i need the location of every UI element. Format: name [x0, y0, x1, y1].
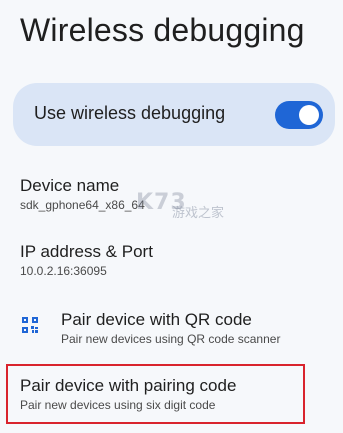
pair-code-subtitle: Pair new devices using six digit code [20, 398, 216, 412]
wireless-debugging-toggle-row[interactable]: Use wireless debugging [13, 83, 335, 146]
watermark-text: 游戏之家 [172, 205, 225, 220]
page-title: Wireless debugging [20, 12, 305, 48]
pair-code-title: Pair device with pairing code [20, 376, 237, 395]
pair-qr-subtitle: Pair new devices using QR code scanner [61, 332, 281, 346]
ip-address-title: IP address & Port [20, 242, 153, 261]
ip-address-value: 10.0.2.16:36095 [20, 264, 107, 278]
qr-code-scanner-icon [22, 317, 38, 333]
pair-qr-title: Pair device with QR code [61, 310, 252, 329]
wireless-debugging-screen: Wireless debugging Use wireless debuggin… [0, 0, 343, 433]
device-name-title: Device name [20, 176, 120, 195]
switch-knob [299, 105, 319, 125]
wireless-debugging-switch[interactable] [275, 101, 323, 129]
device-name-value: sdk_gphone64_x86_64 [20, 198, 145, 212]
toggle-label: Use wireless debugging [34, 103, 226, 123]
